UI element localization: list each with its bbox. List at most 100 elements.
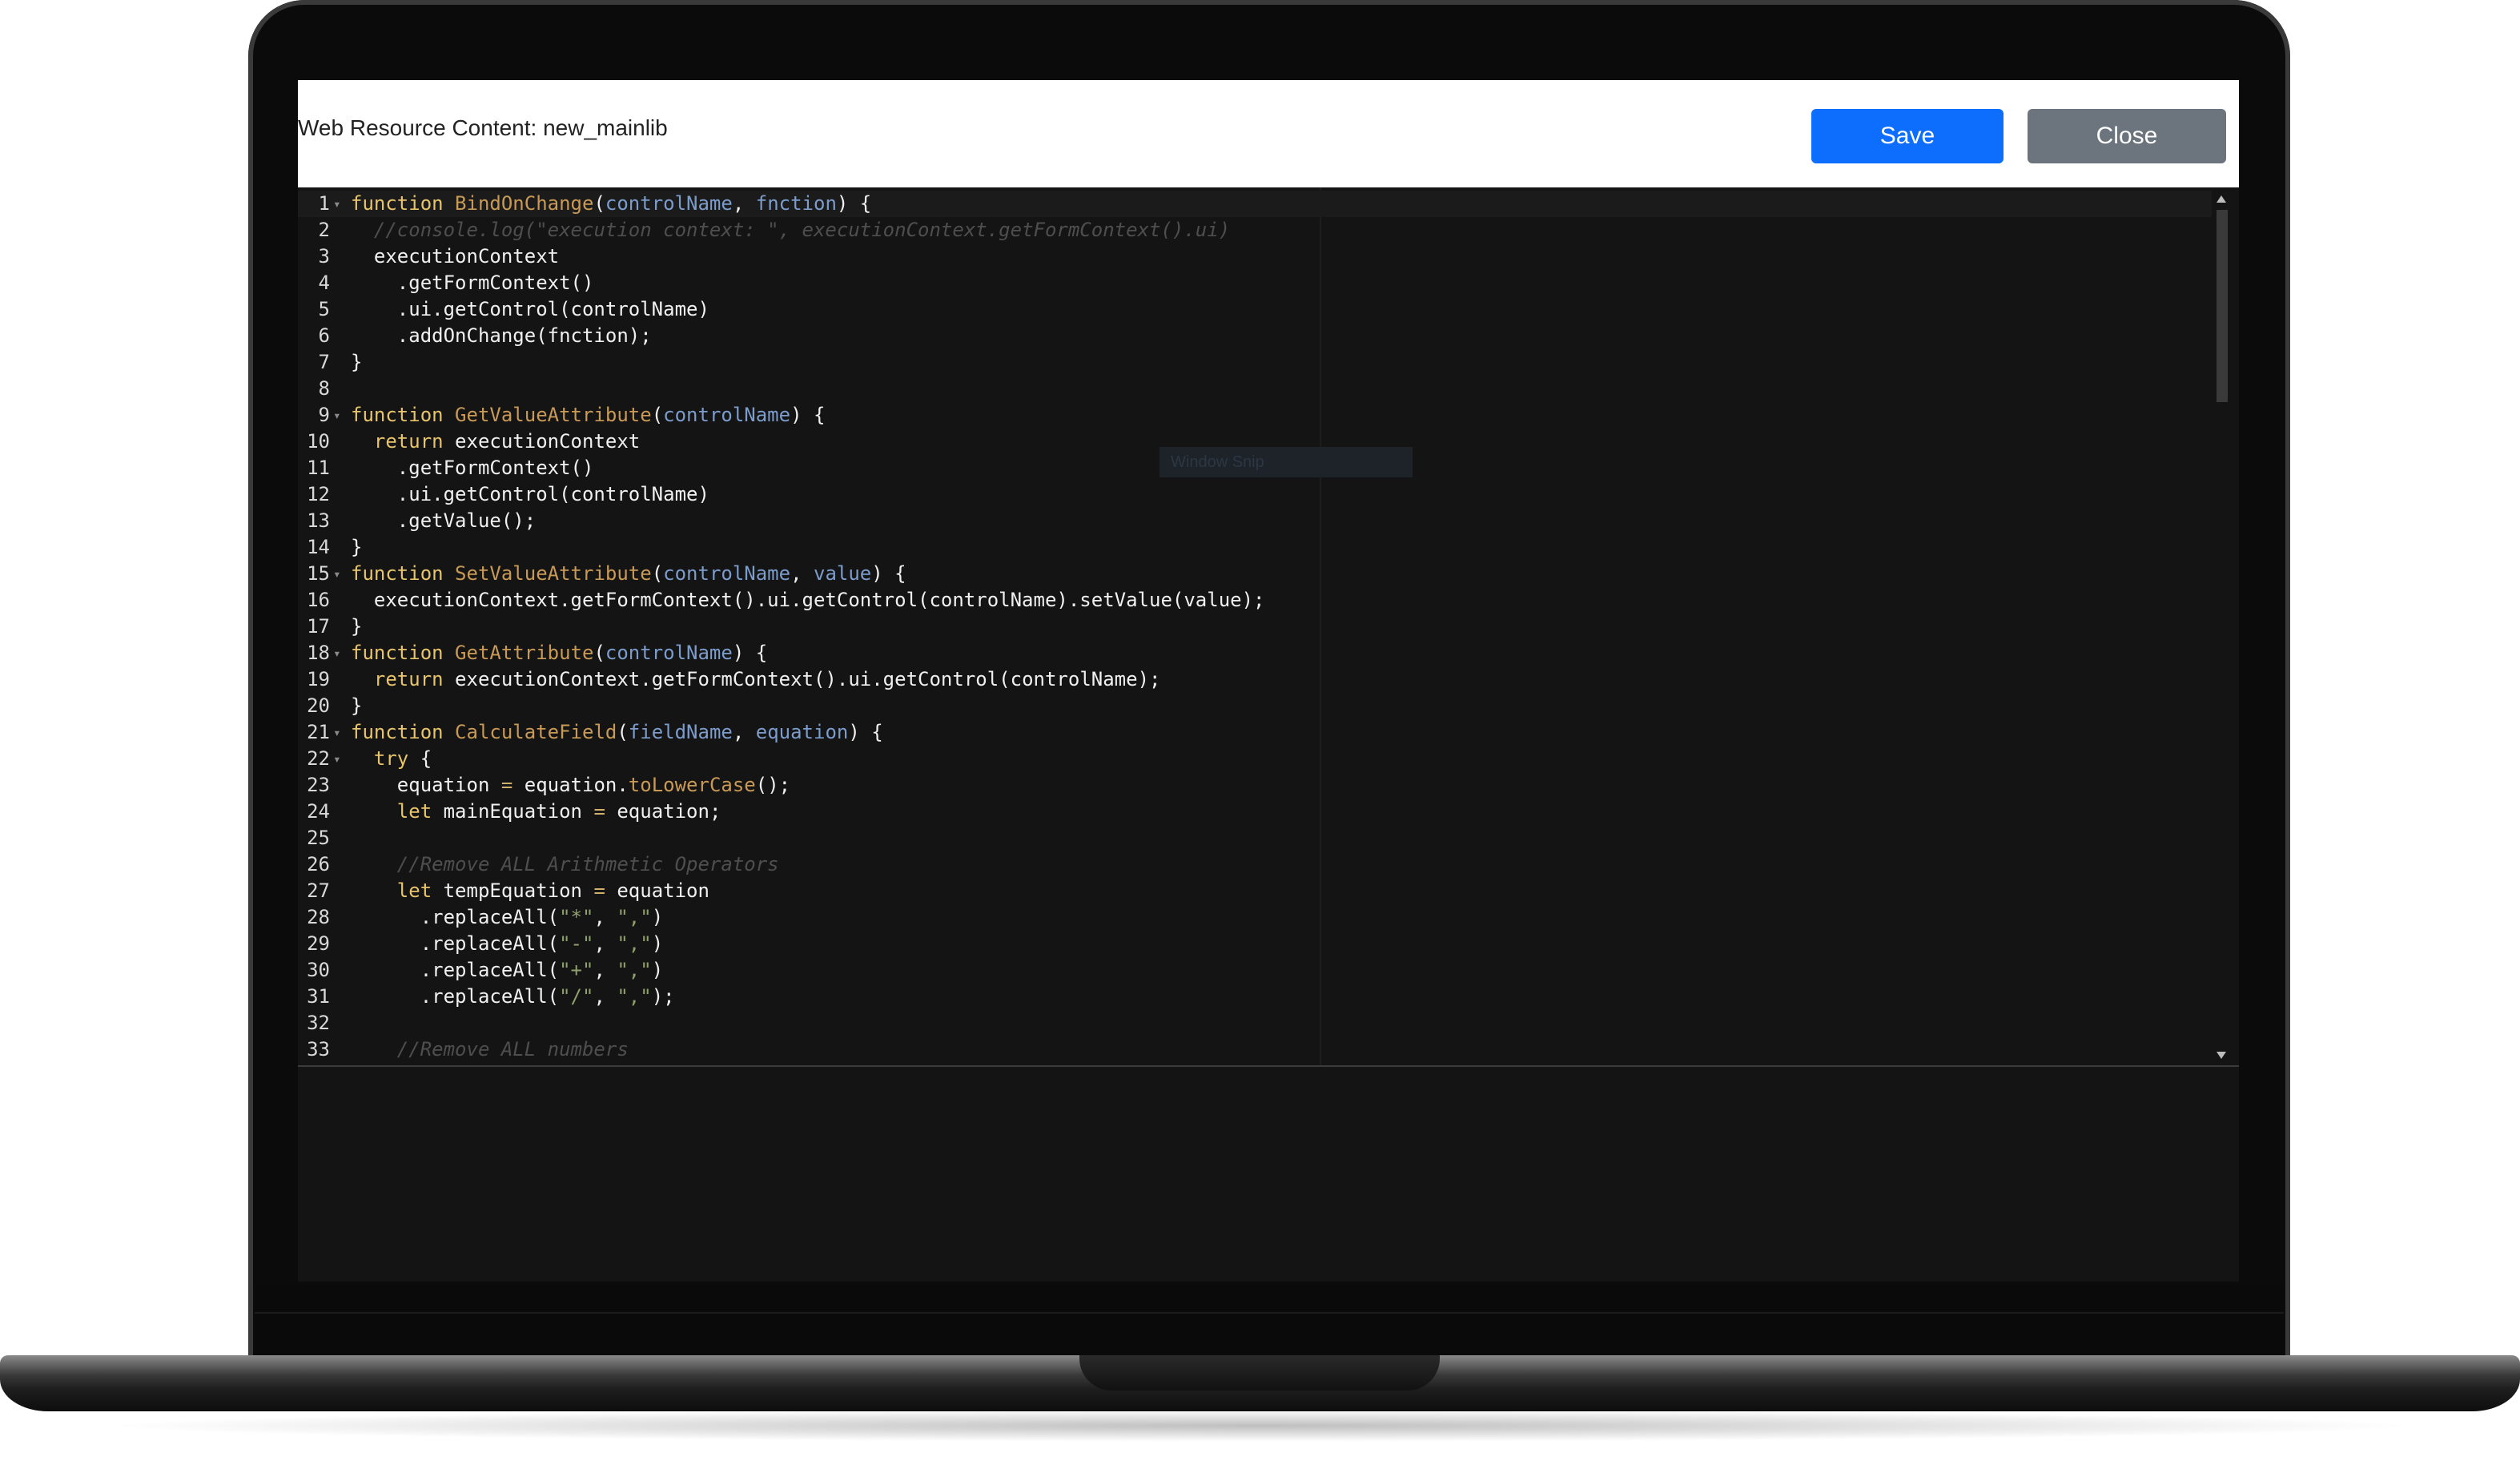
line-number: 15 [307,562,330,585]
code-line[interactable]: 14} [298,534,2212,561]
code-text: .addOnChange(fnction); [351,323,652,349]
line-number: 27 [307,879,330,902]
code-text: .getFormContext() [351,270,594,296]
code-text: function SetValueAttribute(controlName, … [351,561,906,587]
code-line[interactable]: 4 .getFormContext() [298,270,2212,296]
code-line[interactable]: 18 ▾ function GetAttribute(controlName) { [298,640,2212,666]
code-line[interactable]: 29 .replaceAll("-", ",") [298,931,2212,957]
code-text: .replaceAll("/", ","); [351,984,675,1010]
save-button[interactable]: Save [1811,109,2004,163]
code-line[interactable]: 12 .ui.getControl(controlName) [298,481,2212,508]
code-token: try [373,747,409,770]
laptop-screen: Web Resource Content: new_mainlib Save C… [298,80,2239,1285]
code-text: return executionContext.getFormContext()… [351,666,1161,693]
code-text: function CalculateField(fieldName, equat… [351,719,883,746]
code-line[interactable]: 31 .replaceAll("/", ","); [298,984,2212,1010]
code-line[interactable]: 22 ▾ try { [298,746,2212,772]
code-token: GetValueAttribute [455,404,652,426]
code-token: tempEquation [432,879,594,902]
code-line[interactable]: 16 executionContext.getFormContext().ui.… [298,587,2212,614]
code-text: //Remove ALL numbers [351,1036,629,1063]
code-token: equation [351,774,501,796]
line-number: 17 [307,615,330,638]
code-token: , [593,932,617,955]
code-token: = [593,800,605,823]
code-token: function [351,562,444,585]
scroll-down-arrow-icon[interactable] [2217,1052,2226,1059]
code-token: .getFormContext() [351,272,594,294]
code-token: .addOnChange(fnction); [351,324,652,347]
code-token: , [593,959,617,981]
code-line[interactable]: 19 return executionContext.getFormContex… [298,666,2212,693]
code-editor[interactable]: 1 ▾ function BindOnChange(controlName, fnc… [298,187,2239,1065]
line-number: 1 [318,192,330,215]
code-line[interactable]: 28 .replaceAll("*", ",") [298,904,2212,931]
code-text: .replaceAll("-", ",") [351,931,663,957]
code-line[interactable]: 15 ▾ function SetValueAttribute(controlNam… [298,561,2212,587]
code-token: "," [617,985,652,1008]
line-number: 21 [307,721,330,743]
line-number: 30 [307,959,330,981]
close-button[interactable]: Close [2028,109,2226,163]
code-line[interactable]: 17} [298,614,2212,640]
code-text: function GetAttribute(controlName) { [351,640,767,666]
code-token: "/" [559,985,594,1008]
code-line[interactable]: 23 equation = equation.toLowerCase(); [298,772,2212,799]
line-number: 28 [307,906,330,928]
fold-arrow-icon[interactable]: ▾ [333,640,344,666]
fold-arrow-icon[interactable]: ▾ [333,402,344,429]
line-number: 4 [318,272,330,294]
code-line[interactable]: 13 .getValue(); [298,508,2212,534]
code-token: ) { [790,404,826,426]
laptop-chin [255,1285,2284,1362]
code-line[interactable]: 9 ▾ function GetValueAttribute(controlName… [298,402,2212,429]
code-line[interactable]: 5 .ui.getControl(controlName) [298,296,2212,323]
code-line[interactable]: 26 //Remove ALL Arithmetic Operators [298,851,2212,878]
fold-arrow-icon[interactable]: ▾ [333,719,344,746]
code-line[interactable]: 3 executionContext [298,243,2212,270]
code-text: equation = equation.toLowerCase(); [351,772,790,799]
fold-arrow-icon[interactable]: ▾ [333,561,344,587]
code-text: let mainEquation = equation; [351,799,721,825]
vertical-scrollbar[interactable] [2212,187,2239,1065]
code-token: GetAttribute [455,642,594,664]
code-line[interactable]: 7} [298,349,2212,376]
code-token: .replaceAll( [351,959,560,981]
code-token: ( [651,562,664,585]
code-text: .ui.getControl(controlName) [351,481,709,508]
code-line[interactable]: 2 //console.log("execution context: ", e… [298,217,2212,243]
code-token: } [351,351,363,373]
editor-empty-area [298,1065,2239,1285]
scroll-up-arrow-icon[interactable] [2217,195,2226,203]
code-token: controlName [663,404,791,426]
code-line[interactable]: 27 let tempEquation = equation [298,878,2212,904]
code-line[interactable]: 32 [298,1010,2212,1036]
fold-arrow-icon[interactable]: ▾ [333,746,344,772]
scroll-thumb[interactable] [2217,210,2228,402]
code-text: try { [351,746,432,772]
code-text: } [351,693,362,719]
code-line[interactable]: 8 [298,376,2212,402]
code-text: } [351,349,362,376]
line-number: 25 [307,827,330,849]
code-line[interactable]: 21 ▾ function CalculateField(fieldName, eq… [298,719,2212,746]
code-line[interactable]: 25 [298,825,2212,851]
fold-arrow-icon[interactable]: ▾ [333,191,344,217]
code-line[interactable]: 24 let mainEquation = equation; [298,799,2212,825]
code-line[interactable]: 1 ▾ function BindOnChange(controlName, fnc… [298,191,2212,217]
code-token: function [351,192,444,215]
code-line[interactable]: 33 //Remove ALL numbers [298,1036,2212,1063]
code-token: ) { [871,562,906,585]
code-token: controlName [663,562,791,585]
code-line[interactable]: 30 .replaceAll("+", ",") [298,957,2212,984]
code-line[interactable]: 6 .addOnChange(fnction); [298,323,2212,349]
code-token: ) { [836,192,872,215]
code-text: return executionContext [351,429,640,455]
code-token: .getValue(); [351,509,537,532]
code-line[interactable]: 20} [298,693,2212,719]
code-token: controlName [605,192,733,215]
